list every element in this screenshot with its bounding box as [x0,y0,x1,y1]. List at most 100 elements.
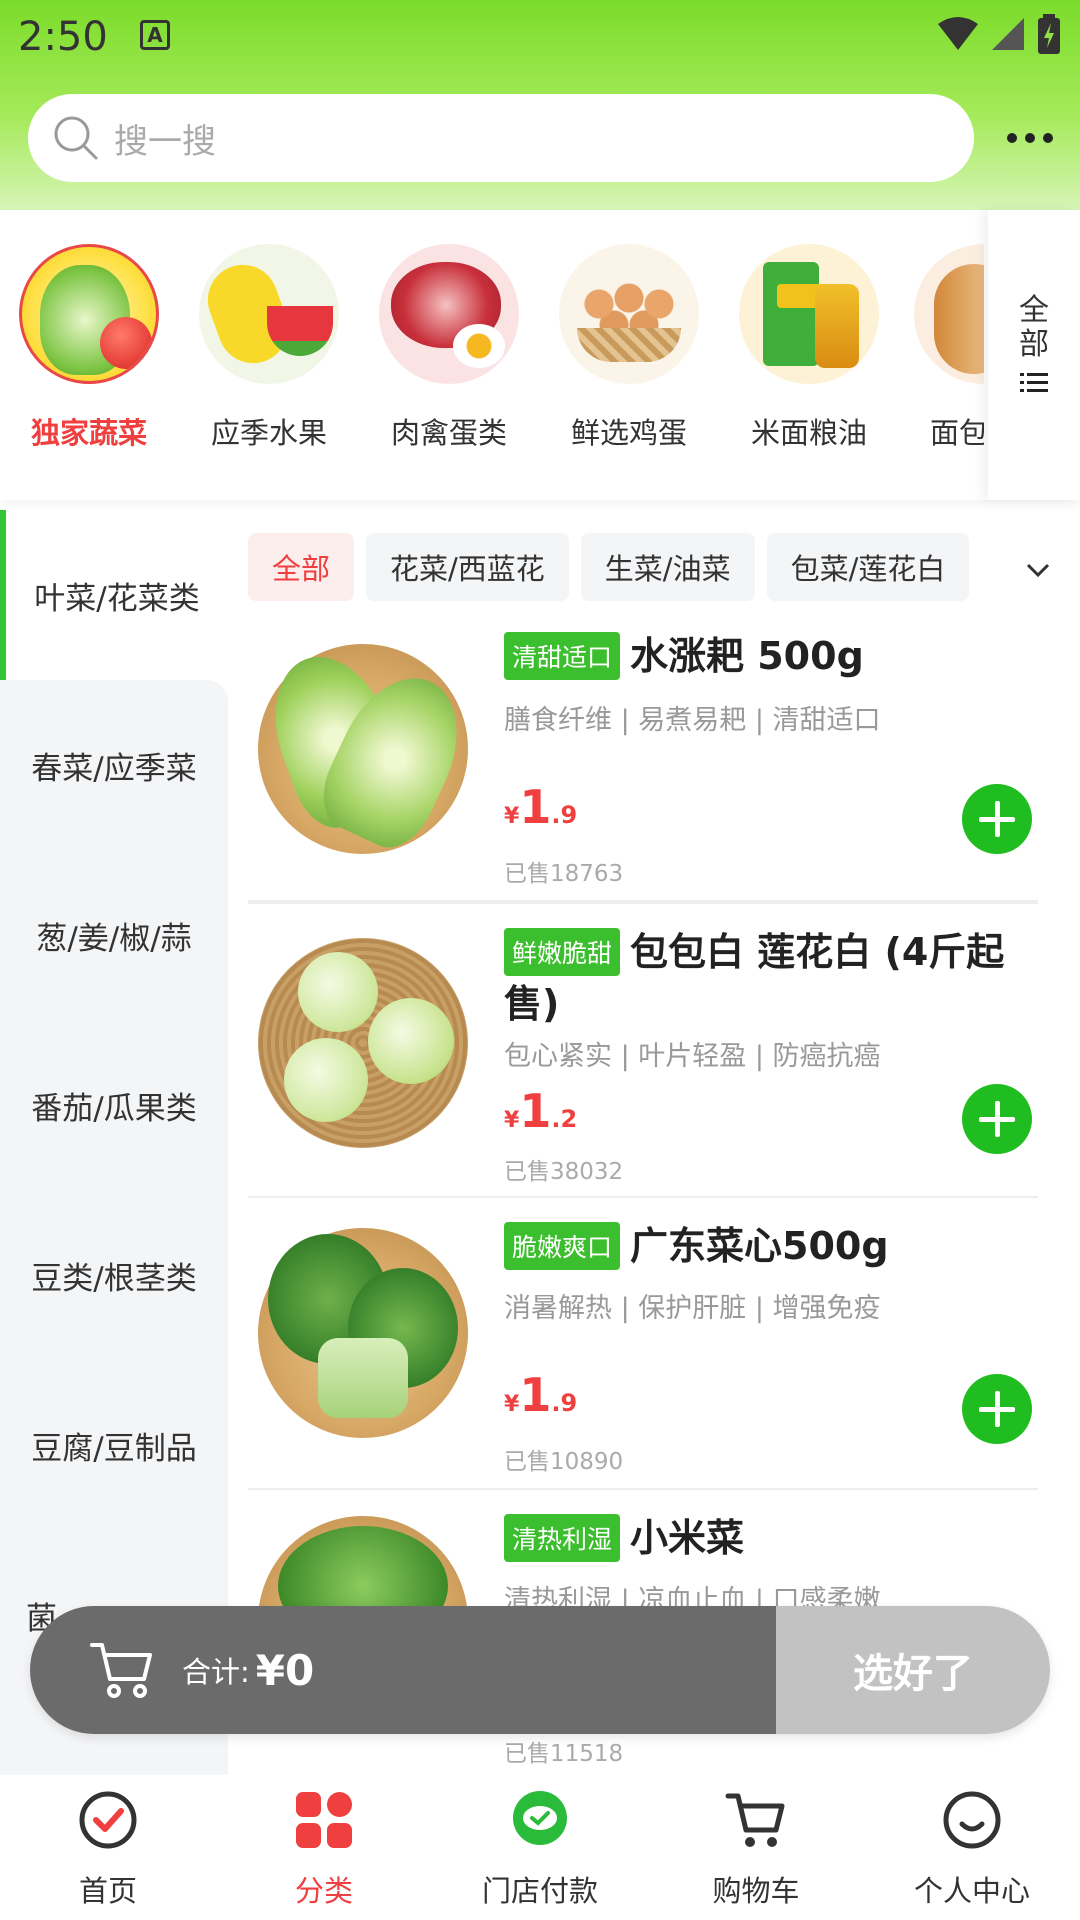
add-to-cart-button[interactable] [962,1084,1032,1154]
nav-label: 购物车 [712,1874,800,1908]
product-title-row: 清热利湿 小米菜 [504,1512,1024,1564]
chip-all[interactable]: 全部 [248,533,355,601]
product-title: 水涨耙 500g [630,634,864,678]
nav-label: 门店付款 [481,1874,598,1908]
battery-icon [1038,14,1060,54]
product-price: ¥1.2 [504,1084,577,1138]
search-input[interactable]: 搜一搜 [28,94,974,182]
cart-icon [90,1643,152,1698]
search-placeholder: 搜一搜 [114,121,216,162]
smile-icon [943,1791,1001,1849]
price-int: 1 [519,1368,552,1422]
product-card[interactable]: 清甜适口 水涨耙 500g 膳食纤维 | 易煮易耙 | 清甜适口 ¥1.9 已售1… [248,630,1038,902]
nav-store-pay[interactable]: 门店付款 [432,1776,648,1920]
category-strip: 独家蔬菜 应季水果 肉禽蛋类 鲜选鸡蛋 米面粮油 面包 全部 [0,210,1080,500]
category-fruits[interactable]: 应季水果 [194,244,344,452]
add-to-cart-button[interactable] [962,784,1032,854]
cart-summary[interactable]: 合计: ¥0 [30,1606,776,1734]
product-title-row: 脆嫩爽口 广东菜心500g [504,1220,1024,1272]
eggs-image [559,244,699,384]
more-dot-icon [1025,133,1035,143]
cart-total-label: 合计: [182,1655,250,1689]
price-int: 1 [519,780,552,834]
chip-lettuce[interactable]: 生菜/油菜 [580,533,755,601]
category-grid-icon [296,1792,352,1848]
nav-label: 首页 [78,1874,137,1908]
add-to-cart-button[interactable] [962,1374,1032,1444]
chevron-down-icon[interactable] [1020,552,1056,588]
product-title-row: 清甜适口 水涨耙 500g [504,630,1024,682]
price-currency: ¥ [504,804,520,829]
product-price: ¥1.9 [504,780,577,834]
all-categories-button[interactable]: 全部 [988,210,1080,500]
sidebar-item-tomato-melon[interactable]: 番茄/瓜果类 [0,1020,228,1190]
category-eggs[interactable]: 鲜选鸡蛋 [554,244,704,452]
product-image [258,1228,468,1438]
sidebar-item-spring[interactable]: 春菜/应季菜 [0,680,228,850]
nav-label: 个人中心 [913,1874,1030,1908]
status-icons [938,14,1060,54]
cart-icon [725,1793,785,1847]
more-dot-icon [1043,133,1053,143]
grain-oil-image [739,244,879,384]
subcategory-chips: 全部 花菜/西蓝花 生菜/油菜 包菜/莲花白 [248,533,1080,603]
product-card[interactable]: 脆嫩爽口 广东菜心500g 消暑解热 | 保护肝脏 | 增强免疫 ¥1.9 已售1… [248,1198,1038,1490]
product-title-row: 鲜嫩脆甜 包包白 莲花白 (4斤起售) [504,926,1024,1030]
app-root: 2:50 A 搜一搜 独家蔬菜 应季水果 肉禽蛋类 鲜选鸡蛋 米面粮油 面包 全… [0,0,1080,1920]
nav-home[interactable]: 首页 [0,1776,216,1920]
category-label: 独家蔬菜 [30,416,147,450]
product-desc: 膳食纤维 | 易煮易耙 | 清甜适口 [504,705,881,736]
more-menu-button[interactable] [1000,118,1060,158]
sidebar-item-onion-ginger[interactable]: 葱/姜/椒/蒜 [0,850,228,1020]
product-tag: 脆嫩爽口 [504,1222,621,1270]
category-label: 鲜选鸡蛋 [570,416,687,450]
category-vegetables[interactable]: 独家蔬菜 [14,244,164,452]
product-card[interactable]: 鲜嫩脆甜 包包白 莲花白 (4斤起售) 包心紧实 | 叶片轻盈 | 防癌抗癌 ¥1… [248,902,1038,1198]
product-image [254,640,481,860]
all-categories-label: 全部 [1019,293,1049,362]
category-bread[interactable]: 面包 [914,244,984,452]
nav-category[interactable]: 分类 [216,1776,432,1920]
nav-label: 分类 [294,1874,353,1908]
header: 2:50 A 搜一搜 [0,0,1080,210]
more-dot-icon [1007,133,1017,143]
search-icon [54,116,98,160]
product-desc: 包心紧实 | 叶片轻盈 | 防癌抗癌 [504,1041,881,1072]
sidebar-item-beans-roots[interactable]: 豆类/根茎类 [0,1190,228,1360]
product-sold: 已售38032 [504,1159,624,1185]
bottom-nav: 首页 分类 门店付款 购物车 个人中心 [0,1776,1080,1920]
nav-cart[interactable]: 购物车 [648,1776,864,1920]
signal-icon [992,18,1024,50]
price-currency: ¥ [504,1108,520,1133]
product-title: 小米菜 [630,1516,745,1560]
fruits-image [199,244,339,384]
cart-bar: 合计: ¥0 选好了 [30,1606,1050,1734]
status-time: 2:50 [18,14,108,60]
product-title: 广东菜心500g [630,1224,889,1268]
product-price: ¥1.9 [504,1368,577,1422]
price-dec: .9 [551,801,578,829]
category-grain-oil[interactable]: 米面粮油 [734,244,884,452]
product-image [258,938,468,1148]
meat-image [379,244,519,384]
sidebar-item-tofu[interactable]: 豆腐/豆制品 [0,1360,228,1530]
chip-cauliflower[interactable]: 花菜/西蓝花 [366,533,569,601]
status-bar: 2:50 A [0,0,1080,70]
category-meat-eggs[interactable]: 肉禽蛋类 [374,244,524,452]
product-sold: 已售10890 [504,1449,624,1475]
wifi-icon [938,17,978,50]
chip-cabbage[interactable]: 包菜/莲花白 [766,533,970,601]
bread-image [914,244,984,384]
sidebar-item-leafy[interactable]: 叶菜/花菜类 [0,510,228,680]
chat-pay-icon [513,1791,567,1845]
notification-icon: A [140,20,170,50]
category-label: 应季水果 [210,416,327,450]
product-tag: 清甜适口 [504,632,621,680]
home-check-icon [79,1791,137,1849]
nav-profile[interactable]: 个人中心 [864,1776,1080,1920]
product-sold: 已售11518 [504,1741,624,1767]
checkout-button[interactable]: 选好了 [776,1606,1050,1734]
category-label: 肉禽蛋类 [390,416,507,450]
vegetables-image [19,244,159,384]
price-dec: .2 [551,1105,578,1133]
